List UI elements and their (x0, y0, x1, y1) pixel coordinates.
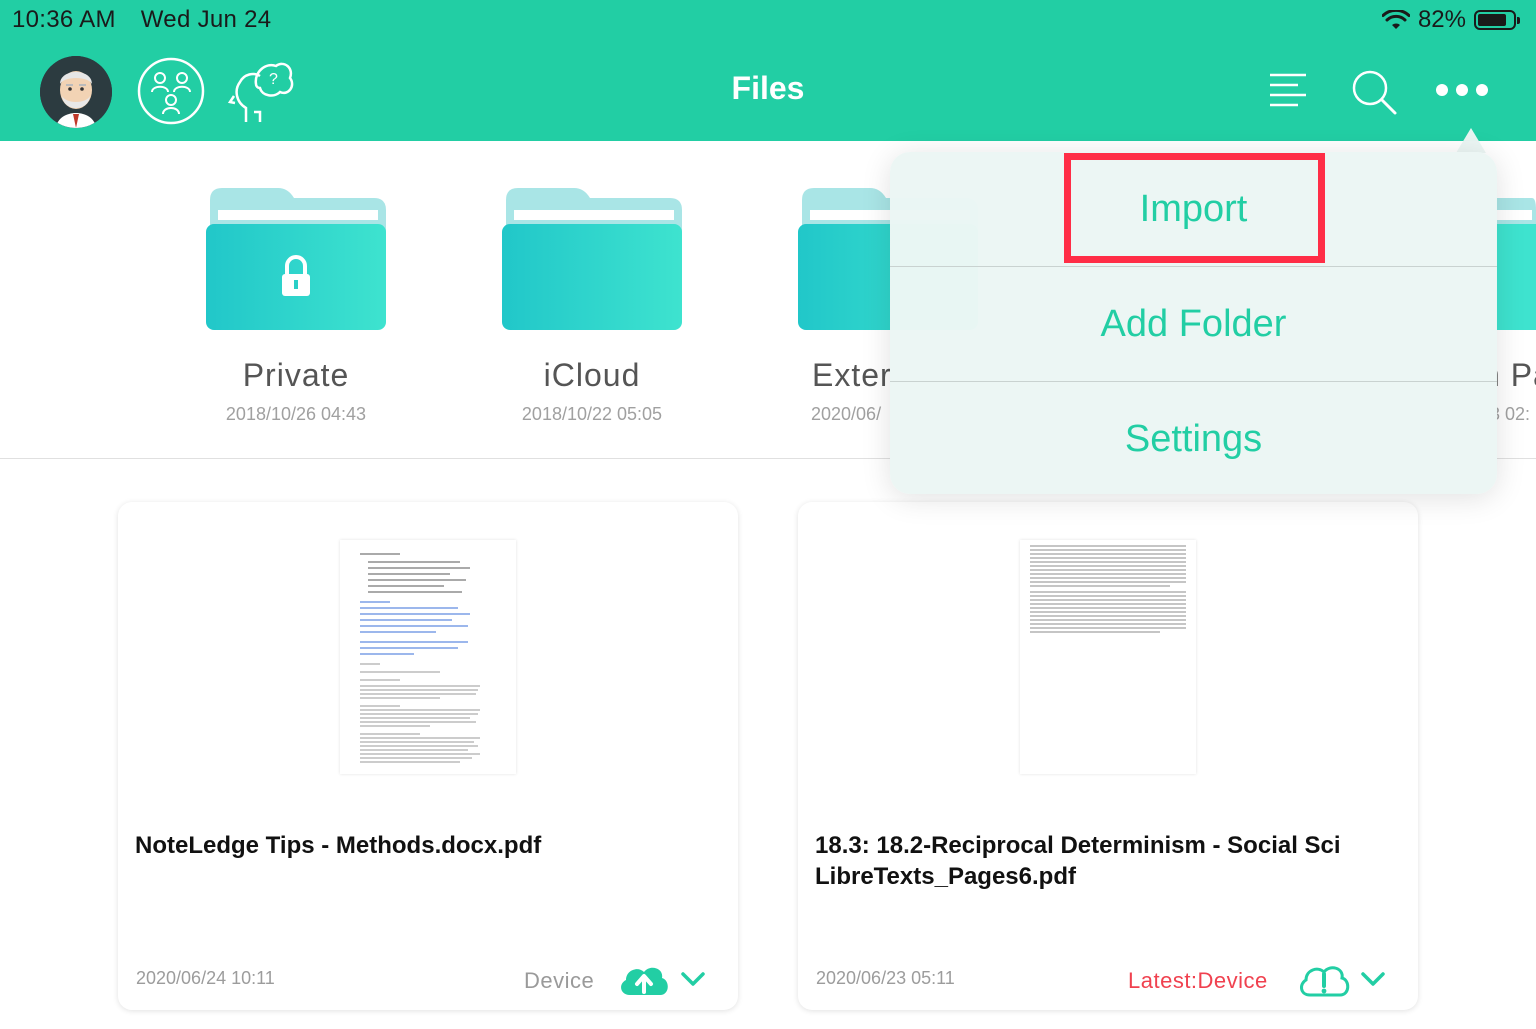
battery-fill (1478, 14, 1506, 26)
locked-folder-icon (206, 188, 386, 330)
app-header: 10:36 AM Wed Jun 24 82% ? Files (0, 0, 1536, 141)
folder-name: iCloud (543, 357, 641, 393)
file-date: 2020/06/23 05:11 (816, 968, 955, 988)
folder-icloud[interactable]: iCloud 2018/10/22 05:05 (502, 186, 682, 425)
cloud-upload-icon[interactable] (618, 962, 670, 996)
cloud-warning-icon[interactable] (1298, 962, 1350, 998)
import-highlight-box (1064, 153, 1325, 263)
file-name: 18.3: 18.2-Reciprocal Determinism - Soci… (815, 832, 1341, 890)
folder-date: 2018/10/26 04:43 (225, 404, 367, 424)
file-date: 2020/06/24 10:11 (136, 968, 275, 988)
file-location: Latest:Device (1128, 968, 1268, 993)
list-view-icon[interactable] (1268, 72, 1308, 108)
document-preview-icon (1030, 545, 1186, 633)
folder-name: n Pa (1496, 357, 1536, 393)
folder-private[interactable]: Private 2018/10/26 04:43 (206, 186, 386, 425)
document-preview-icon (360, 553, 480, 763)
folder-icon (502, 188, 682, 330)
file-card[interactable]: NoteLedge Tips - Methods.docx.pdf 2020/0… (118, 502, 738, 1010)
folder-name: Private (242, 357, 350, 393)
document-thumbnail (340, 540, 516, 774)
file-location: Device (524, 968, 595, 993)
search-icon[interactable] (1350, 68, 1398, 116)
more-options-icon[interactable] (1434, 80, 1490, 100)
folder-icon (1496, 198, 1536, 330)
battery-icon (1474, 10, 1520, 30)
menu-item-add-folder[interactable]: Add Folder (890, 267, 1497, 381)
document-thumbnail (1020, 540, 1196, 774)
chevron-down-icon[interactable] (680, 970, 706, 988)
wifi-icon (1381, 10, 1410, 29)
folder-date: 2018/10/22 05:05 (521, 404, 663, 424)
popover-arrow (1456, 128, 1486, 153)
menu-item-settings[interactable]: Settings (890, 382, 1497, 496)
status-bar-right: 82% (1381, 6, 1520, 34)
status-time: 10:36 AM (12, 6, 116, 33)
file-card[interactable]: 18.3: 18.2-Reciprocal Determinism - Soci… (798, 502, 1418, 1010)
folder-partial[interactable]: n Pa 3 02: (1496, 186, 1536, 425)
status-date: Wed Jun 24 (140, 6, 272, 33)
folder-date: 3 02: (1496, 404, 1531, 424)
file-name: NoteLedge Tips - Methods.docx.pdf (135, 832, 542, 859)
chevron-down-icon[interactable] (1360, 970, 1386, 988)
battery-percent: 82% (1417, 6, 1466, 33)
status-bar-left: 10:36 AM Wed Jun 24 (12, 6, 289, 34)
